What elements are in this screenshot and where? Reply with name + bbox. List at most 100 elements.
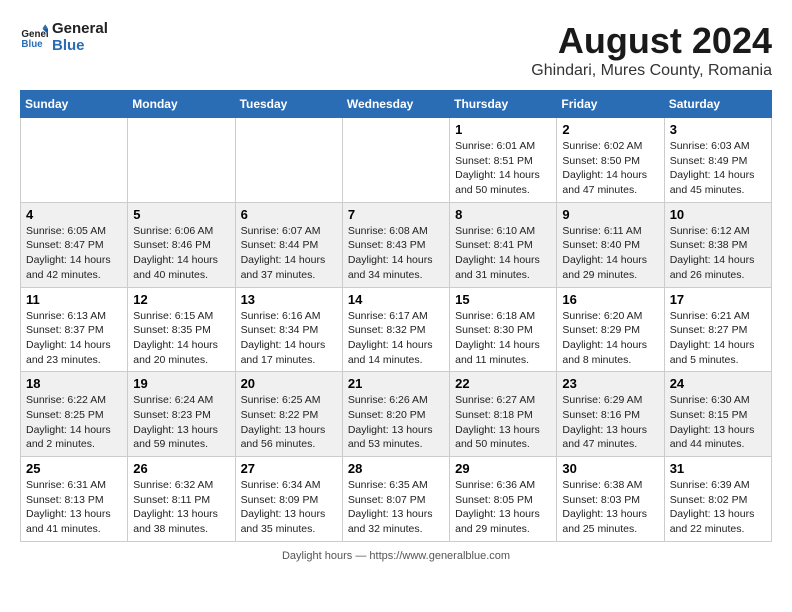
day-info: Sunrise: 6:34 AMSunset: 8:09 PMDaylight:… [241,478,337,537]
day-number: 29 [455,461,551,476]
calendar-cell: 18 Sunrise: 6:22 AMSunset: 8:25 PMDayligh… [21,372,128,457]
header-day-sunday: Sunday [21,91,128,118]
calendar-cell: 21Sunrise: 6:26 AMSunset: 8:20 PMDayligh… [342,372,449,457]
day-info: Sunrise: 6:25 AMSunset: 8:22 PMDaylight:… [241,393,337,452]
logo-icon: General Blue [20,23,48,51]
day-info: Sunrise: 6:06 AMSunset: 8:46 PMDaylight:… [133,224,229,283]
calendar-cell: 3Sunrise: 6:03 AMSunset: 8:49 PMDaylight… [664,118,771,203]
calendar-cell: 4 Sunrise: 6:05 AMSunset: 8:47 PMDaylight… [21,202,128,287]
calendar-week-4: 18 Sunrise: 6:22 AMSunset: 8:25 PMDayligh… [21,372,772,457]
calendar-cell: 27 Sunrise: 6:34 AMSunset: 8:09 PMDayligh… [235,457,342,542]
day-number: 20 [241,376,337,391]
day-info: Sunrise: 6:36 AMSunset: 8:05 PMDaylight:… [455,478,551,537]
calendar-cell [21,118,128,203]
day-number: 12 [133,292,229,307]
calendar-cell: 13 Sunrise: 6:16 AMSunset: 8:34 PMDayligh… [235,287,342,372]
header-day-wednesday: Wednesday [342,91,449,118]
calendar-cell: 7Sunrise: 6:08 AMSunset: 8:43 PMDaylight… [342,202,449,287]
day-info: Sunrise: 6:03 AMSunset: 8:49 PMDaylight:… [670,139,766,198]
day-number: 4 [26,207,122,222]
calendar-cell: 1 Sunrise: 6:01 AMSunset: 8:51 PMDaylight… [450,118,557,203]
calendar-cell: 16 Sunrise: 6:20 AMSunset: 8:29 PMDayligh… [557,287,664,372]
day-number: 13 [241,292,337,307]
header-day-saturday: Saturday [664,91,771,118]
calendar-cell: 6 Sunrise: 6:07 AMSunset: 8:44 PMDaylight… [235,202,342,287]
calendar-cell: 28Sunrise: 6:35 AMSunset: 8:07 PMDayligh… [342,457,449,542]
day-number: 31 [670,461,766,476]
day-number: 9 [562,207,658,222]
logo-blue-text: Blue [52,37,108,54]
footer: Daylight hours — https://www.generalblue… [20,550,772,562]
day-info: Sunrise: 6:10 AMSunset: 8:41 PMDaylight:… [455,224,551,283]
day-info: Sunrise: 6:31 AMSunset: 8:13 PMDaylight:… [26,478,122,537]
day-number: 30 [562,461,658,476]
day-info: Sunrise: 6:38 AMSunset: 8:03 PMDaylight:… [562,478,658,537]
page-header: General Blue General Blue August 2024 Gh… [20,20,772,80]
day-info: Sunrise: 6:02 AMSunset: 8:50 PMDaylight:… [562,139,658,198]
day-info: Sunrise: 6:18 AMSunset: 8:30 PMDaylight:… [455,309,551,368]
calendar-week-1: 1 Sunrise: 6:01 AMSunset: 8:51 PMDaylight… [21,118,772,203]
day-number: 1 [455,122,551,137]
calendar-cell: 5 Sunrise: 6:06 AMSunset: 8:46 PMDaylight… [128,202,235,287]
month-title: August 2024 [531,20,772,62]
day-info: Sunrise: 6:29 AMSunset: 8:16 PMDaylight:… [562,393,658,452]
day-info: Sunrise: 6:22 AMSunset: 8:25 PMDaylight:… [26,393,122,452]
calendar-cell [235,118,342,203]
day-info: Sunrise: 6:12 AMSunset: 8:38 PMDaylight:… [670,224,766,283]
calendar-cell: 17Sunrise: 6:21 AMSunset: 8:27 PMDayligh… [664,287,771,372]
day-number: 24 [670,376,766,391]
day-info: Sunrise: 6:20 AMSunset: 8:29 PMDaylight:… [562,309,658,368]
calendar-cell: 8Sunrise: 6:10 AMSunset: 8:41 PMDaylight… [450,202,557,287]
header-day-monday: Monday [128,91,235,118]
day-number: 19 [133,376,229,391]
day-number: 10 [670,207,766,222]
day-number: 27 [241,461,337,476]
footer-daylight-label: Daylight hours [282,550,352,562]
day-info: Sunrise: 6:01 AMSunset: 8:51 PMDaylight:… [455,139,551,198]
day-info: Sunrise: 6:17 AMSunset: 8:32 PMDaylight:… [348,309,444,368]
calendar-cell: 31 Sunrise: 6:39 AMSunset: 8:02 PMDayligh… [664,457,771,542]
day-info: Sunrise: 6:15 AMSunset: 8:35 PMDaylight:… [133,309,229,368]
logo: General Blue General Blue [20,20,108,54]
day-number: 28 [348,461,444,476]
calendar-cell: 30 Sunrise: 6:38 AMSunset: 8:03 PMDayligh… [557,457,664,542]
calendar-week-2: 4 Sunrise: 6:05 AMSunset: 8:47 PMDaylight… [21,202,772,287]
header-day-friday: Friday [557,91,664,118]
header-day-thursday: Thursday [450,91,557,118]
day-info: Sunrise: 6:30 AMSunset: 8:15 PMDaylight:… [670,393,766,452]
day-number: 23 [562,376,658,391]
day-info: Sunrise: 6:07 AMSunset: 8:44 PMDaylight:… [241,224,337,283]
calendar-cell: 2 Sunrise: 6:02 AMSunset: 8:50 PMDaylight… [557,118,664,203]
day-number: 5 [133,207,229,222]
calendar-cell: 19Sunrise: 6:24 AMSunset: 8:23 PMDayligh… [128,372,235,457]
calendar-table: SundayMondayTuesdayWednesdayThursdayFrid… [20,90,772,542]
day-info: Sunrise: 6:16 AMSunset: 8:34 PMDaylight:… [241,309,337,368]
day-info: Sunrise: 6:27 AMSunset: 8:18 PMDaylight:… [455,393,551,452]
day-info: Sunrise: 6:32 AMSunset: 8:11 PMDaylight:… [133,478,229,537]
calendar-cell: 15 Sunrise: 6:18 AMSunset: 8:30 PMDayligh… [450,287,557,372]
svg-text:Blue: Blue [21,39,43,50]
day-number: 16 [562,292,658,307]
footer-source: https://www.generalblue.com [369,550,510,562]
day-number: 6 [241,207,337,222]
calendar-cell: 11Sunrise: 6:13 AMSunset: 8:37 PMDayligh… [21,287,128,372]
calendar-cell: 9 Sunrise: 6:11 AMSunset: 8:40 PMDaylight… [557,202,664,287]
day-number: 25 [26,461,122,476]
day-info: Sunrise: 6:11 AMSunset: 8:40 PMDaylight:… [562,224,658,283]
day-number: 18 [26,376,122,391]
day-number: 11 [26,292,122,307]
calendar-cell: 14Sunrise: 6:17 AMSunset: 8:32 PMDayligh… [342,287,449,372]
day-info: Sunrise: 6:05 AMSunset: 8:47 PMDaylight:… [26,224,122,283]
calendar-week-5: 25 Sunrise: 6:31 AMSunset: 8:13 PMDayligh… [21,457,772,542]
day-number: 15 [455,292,551,307]
day-info: Sunrise: 6:39 AMSunset: 8:02 PMDaylight:… [670,478,766,537]
calendar-header-row: SundayMondayTuesdayWednesdayThursdayFrid… [21,91,772,118]
calendar-cell: 10 Sunrise: 6:12 AMSunset: 8:38 PMDayligh… [664,202,771,287]
day-number: 17 [670,292,766,307]
day-number: 2 [562,122,658,137]
header-day-tuesday: Tuesday [235,91,342,118]
calendar-cell: 25 Sunrise: 6:31 AMSunset: 8:13 PMDayligh… [21,457,128,542]
day-number: 21 [348,376,444,391]
calendar-week-3: 11Sunrise: 6:13 AMSunset: 8:37 PMDayligh… [21,287,772,372]
calendar-cell: 23 Sunrise: 6:29 AMSunset: 8:16 PMDayligh… [557,372,664,457]
